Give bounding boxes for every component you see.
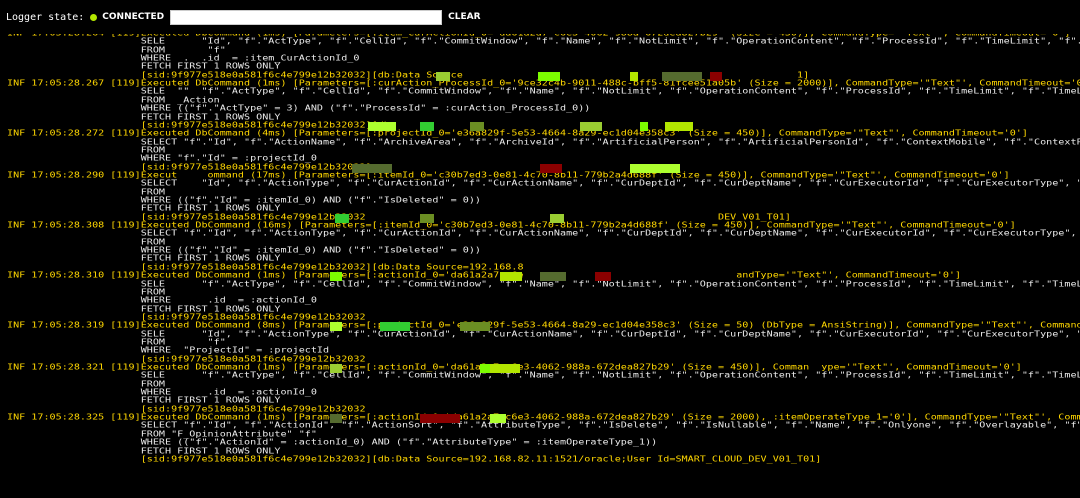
log-line: WHERE "ProjectId" = :projectId <box>7 346 330 356</box>
log-line: WHERE "f"."Id" = :projectId_0 <box>7 154 317 164</box>
log-line: SELECT "f"."Id", "f"."ActionType", "f"."… <box>7 229 1080 239</box>
log-line: WHERE .id = :actionId_0 <box>7 296 317 306</box>
redaction-block <box>490 414 506 424</box>
log-line: INF 17:05:28.319 [119]Executed DbCommand… <box>7 321 1080 331</box>
log-line: INF 17:05:28.310 [119]Executed DbCommand… <box>7 271 962 281</box>
log-line: FROM <box>7 187 166 197</box>
log-line: SELECT "Id", "f"."ActionType", "f"."CurA… <box>7 179 1080 189</box>
redaction-block <box>640 121 648 131</box>
redaction-block <box>710 71 722 81</box>
log-line: [sid:9f977e518e0a581f6c4e799e12b32032 <box>7 313 366 323</box>
redaction-block <box>490 364 520 373</box>
filter-input[interactable] <box>170 9 443 25</box>
redaction-block <box>330 322 342 332</box>
redaction-block <box>352 163 392 173</box>
redaction-block <box>470 121 484 131</box>
redaction-block <box>662 71 702 81</box>
log-line: WHERE (("f"."ActType" = 3) AND ("f"."Pro… <box>7 104 591 114</box>
redaction-block <box>380 322 410 332</box>
log-line: SELE "" "f"."ActType", "f"."CellId", "f"… <box>7 87 1080 97</box>
redaction-block <box>665 121 693 131</box>
log-line: [sid:9f977e518e0a581f6c4e799e12b32032][d… <box>7 455 822 465</box>
logger-toolbar: Logger state: CONNECTED CLEAR <box>0 0 1080 34</box>
redaction-block <box>330 364 342 373</box>
log-line: [sid:9f977e518e0a581f6c4e799e12b32032] <box>7 162 372 172</box>
redaction-block <box>630 71 638 81</box>
log-line: FETCH FIRST 1 ROWS ONLY <box>7 396 281 406</box>
log-line: FROM "f" <box>7 45 226 55</box>
log-line: FROM <box>7 379 166 389</box>
log-line: INF 17:05:28.272 [119]Executed DbCommand… <box>7 129 1028 139</box>
redaction-block <box>436 71 450 81</box>
connection-state: CONNECTED <box>102 12 165 22</box>
redaction-block <box>580 121 602 131</box>
log-line: FETCH FIRST 1 ROWS ONLY <box>7 62 281 72</box>
log-line: [sid:9f977e518e0a581f6c4e799e12b32032 <box>7 354 366 364</box>
log-line: FROM _Action <box>7 95 220 105</box>
log-line: FROM <box>7 288 166 298</box>
log-line: [sid:9f977e518e0a581f6c4e799e12b32032][d… <box>7 121 390 131</box>
redaction-block <box>335 213 349 223</box>
redaction-block <box>330 414 342 424</box>
log-line: FETCH FIRST 1 ROWS ONLY <box>7 254 281 264</box>
log-line: SELE "f"."ActType", "f"."CellId", "f"."C… <box>7 279 1080 289</box>
redaction-block <box>595 272 611 282</box>
redaction-block <box>540 272 566 282</box>
log-line: FETCH FIRST 1 ROWS ONLY <box>7 446 281 456</box>
redaction-block <box>420 121 434 131</box>
redaction-block <box>500 272 522 282</box>
log-line: FETCH FIRST 1 ROWS ONLY <box>7 112 281 122</box>
redaction-block <box>460 322 490 332</box>
log-line: SELECT "f"."Id", "f"."ActionId", "f"."Ac… <box>7 421 1080 431</box>
log-line: [sid:9f977e518e0a581f6c4e799e12b32032 DE… <box>7 212 791 222</box>
logger-state-label: Logger state: <box>6 11 85 23</box>
redaction-block <box>420 414 460 424</box>
log-line: SELECT "f"."Id", "f"."ActionName", "f"."… <box>7 137 1080 147</box>
log-line: [sid:9f977e518e0a581f6c4e799e12b32032][d… <box>7 262 524 272</box>
log-line: SELE "Id", "f"."ActionType", "f"."CurAct… <box>7 329 1080 339</box>
clear-button[interactable]: CLEAR <box>448 12 480 22</box>
log-line: WHERE (("f"."ActionId" = :actionId_0) AN… <box>7 438 658 448</box>
log-line: FETCH FIRST 1 ROWS ONLY <box>7 304 281 314</box>
log-line: SELE "Id", "f"."ActType", "f"."CellId", … <box>7 37 1080 47</box>
log-line: FROM "F_OpinionAttribute" "f" <box>7 429 317 439</box>
log-output[interactable]: INF 17:05:28.264 [119]Executed DbCommand… <box>0 30 1080 498</box>
redaction-block <box>550 213 564 223</box>
redaction-block <box>330 272 342 282</box>
redaction-block <box>420 213 434 223</box>
redaction-block <box>368 121 396 131</box>
redaction-block <box>630 163 680 173</box>
log-line: FROM <box>7 237 166 247</box>
log-line: FROM <box>7 146 166 156</box>
connection-status-dot-icon <box>90 13 98 21</box>
log-line: [sid:9f977e518e0a581f6c4e799e12b32032 <box>7 404 366 414</box>
redaction-block <box>538 71 560 81</box>
log-line: SELE "f"."ActType", "f"."CellId", "f"."C… <box>7 371 1080 381</box>
redaction-block <box>540 163 562 173</box>
log-line: FETCH FIRST 1 ROWS ONLY <box>7 204 281 214</box>
